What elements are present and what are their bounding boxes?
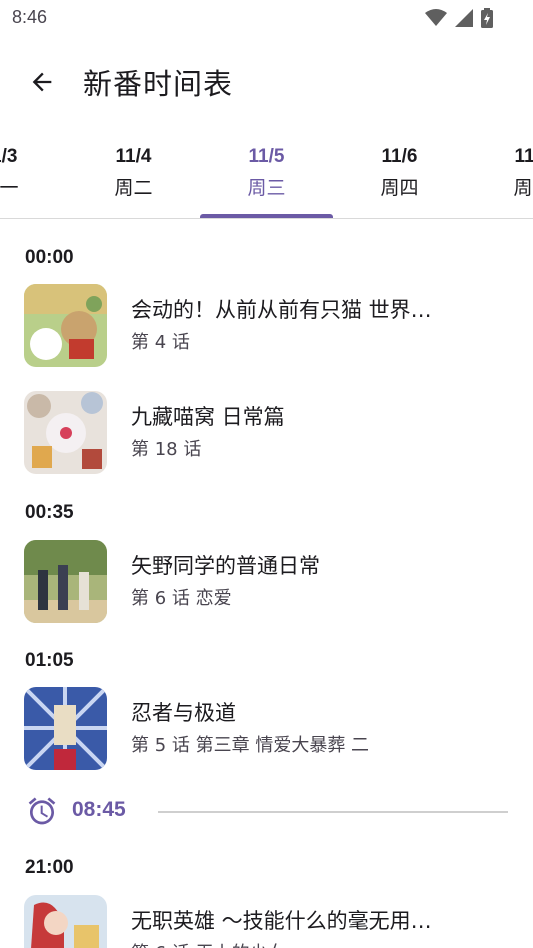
schedule-list[interactable]: 00:00 会动的！从前从前有只猫 世界… 第 4 话 九藏喵窝 日常篇 第 1… (0, 220, 533, 948)
cover-image (24, 687, 107, 770)
tab-day: 周二 (114, 177, 153, 199)
tab-11-5[interactable]: 11/5 周三 (200, 146, 333, 200)
item-episode: 第 6 话 无上的少女 (131, 939, 286, 948)
tab-11-7[interactable]: 11/7 周五 (466, 146, 533, 200)
item-title: 无职英雄 ～技能什么的毫无用… (131, 909, 432, 933)
list-item[interactable]: 无职英雄 ～技能什么的毫无用… 第 6 话 无上的少女 (0, 891, 533, 948)
wifi-icon (425, 9, 447, 31)
list-item[interactable]: 矢野同学的普通日常 第 6 话 恋爱 (0, 536, 533, 626)
tab-date: 11/5 (248, 146, 285, 167)
current-time-line (158, 811, 508, 813)
cover-image (24, 895, 107, 948)
signal-icon (455, 9, 473, 31)
item-title: 矢野同学的普通日常 (131, 554, 320, 578)
time-header: 01:05 (25, 650, 74, 671)
tab-11-3[interactable]: 11/3 周一 (0, 146, 66, 200)
cover-image (24, 284, 107, 367)
status-bar: 8:46 (0, 0, 533, 36)
item-episode: 第 18 话 (131, 439, 202, 460)
tab-day: 周一 (0, 177, 19, 199)
alarm-icon (28, 797, 56, 825)
tab-date: 11/7 (514, 146, 533, 167)
item-title: 忍者与极道 (131, 701, 236, 725)
tab-day: 周三 (247, 177, 286, 199)
status-icons (425, 8, 493, 32)
battery-icon (481, 8, 493, 32)
tab-day: 周四 (380, 177, 419, 199)
tab-date: 11/6 (381, 146, 418, 167)
item-episode: 第 6 话 恋爱 (131, 588, 232, 609)
item-episode: 第 4 话 (131, 332, 190, 353)
tab-date: 11/3 (0, 146, 18, 167)
cover-image (24, 391, 107, 474)
arrow-back-icon (32, 72, 52, 92)
page-title: 新番时间表 (83, 67, 234, 101)
item-title: 会动的！从前从前有只猫 世界… (131, 298, 432, 322)
date-tabs: 11/3 周一 11/4 周二 11/5 周三 11/6 周四 11/7 周五 (0, 128, 533, 219)
tab-day: 周五 (513, 177, 533, 199)
current-time: 08:45 (72, 798, 126, 821)
status-time: 8:46 (12, 7, 48, 27)
time-header: 00:35 (25, 502, 74, 523)
cover-image (24, 540, 107, 623)
time-header: 21:00 (25, 857, 74, 878)
list-item[interactable]: 忍者与极道 第 5 话 第三章 情爱大暴葬 二 (0, 683, 533, 773)
list-item[interactable]: 会动的！从前从前有只猫 世界… 第 4 话 (0, 280, 533, 370)
tab-11-6[interactable]: 11/6 周四 (333, 146, 466, 200)
item-episode: 第 5 话 第三章 情爱大暴葬 二 (131, 735, 370, 756)
current-time-marker: 08:45 (0, 791, 533, 831)
tab-indicator (200, 214, 333, 218)
back-button[interactable] (24, 64, 60, 100)
time-header: 00:00 (25, 247, 74, 268)
tab-11-4[interactable]: 11/4 周二 (67, 146, 200, 200)
item-title: 九藏喵窝 日常篇 (131, 405, 285, 429)
app-bar: 新番时间表 (0, 36, 533, 128)
list-item[interactable]: 九藏喵窝 日常篇 第 18 话 (0, 387, 533, 477)
tab-date: 11/4 (115, 146, 152, 167)
